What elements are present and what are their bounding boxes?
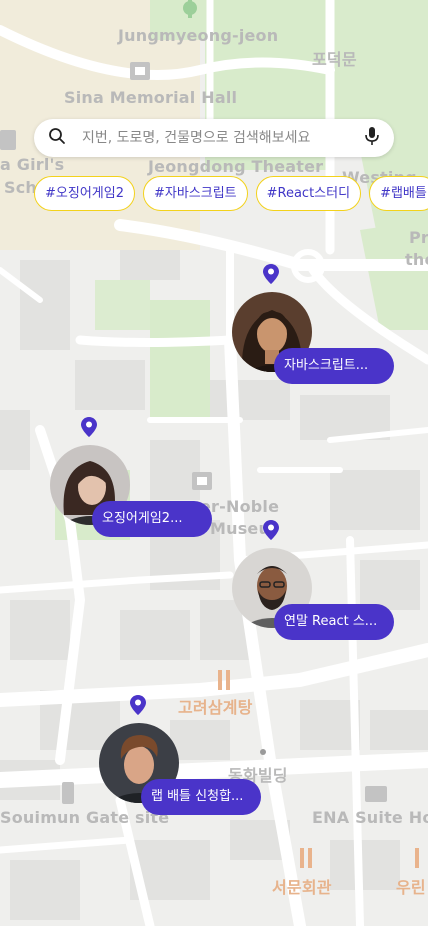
map-label-sina: Sina Memorial Hall (64, 88, 238, 107)
map-label-souimun: Souimun Gate site (0, 808, 170, 827)
meetup-title-bubble[interactable]: 오징어게임2... (92, 501, 212, 537)
map-label-girls-school-a: a Girl's (0, 155, 65, 174)
hashtag-chip-list[interactable]: #오징어게임2 #자바스크립트 #React스터디 #랩배틀 (34, 176, 428, 212)
map-label-jungmyeong: Jungmyeong-jeon (118, 26, 279, 45)
hashtag-chip[interactable]: #React스터디 (255, 176, 362, 211)
search-input[interactable] (80, 129, 364, 147)
hashtag-chip[interactable]: #자바스크립트 (142, 176, 248, 211)
map-label-pr-a: Pr (409, 228, 428, 247)
map-label-seomun: 서문회관 (272, 878, 332, 897)
map-label-jeongdong: Jeongdong Theater (148, 157, 324, 176)
search-bar[interactable] (34, 119, 394, 157)
search-icon[interactable] (48, 127, 66, 149)
meetup-title-bubble[interactable]: 자바스크립트... (274, 348, 394, 384)
location-pin-icon (130, 695, 146, 715)
microphone-icon[interactable] (364, 126, 380, 150)
map-label-podeokmun: 포덕문 (312, 50, 357, 69)
meetup-title-bubble[interactable]: 연말 React 스... (274, 604, 394, 640)
hashtag-chip[interactable]: #오징어게임2 (34, 176, 135, 211)
map-label-noble-b: Museu (210, 519, 271, 538)
location-pin-icon (263, 520, 279, 540)
map-label-girls-school-b: Sch (4, 178, 37, 197)
map-label-noble-a: er-Noble (200, 497, 280, 516)
location-pin-icon (263, 264, 279, 284)
map-label-goryeo: 고려삼계탕 (178, 698, 253, 717)
map-label-pr-b: the (405, 250, 428, 269)
location-pin-icon (81, 417, 97, 437)
meetup-title-bubble[interactable]: 랩 배틀 신청합... (141, 779, 261, 815)
hashtag-chip[interactable]: #랩배틀 (369, 176, 428, 211)
map-label-urin: 우린 (396, 878, 426, 897)
map-label-ena: ENA Suite Hote (312, 808, 428, 827)
